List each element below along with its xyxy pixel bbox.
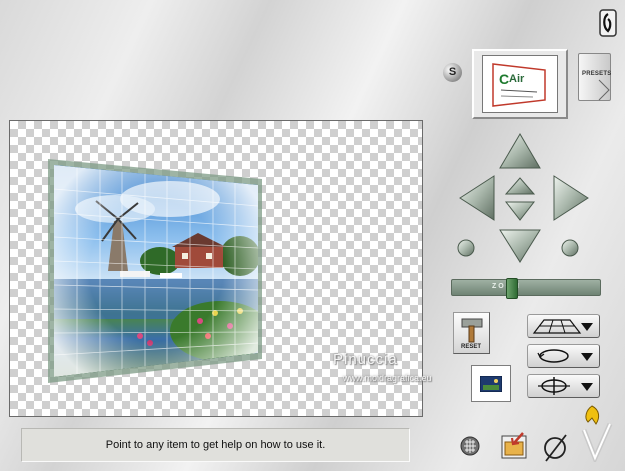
small-down-icon[interactable] (504, 201, 536, 221)
perspective-grid-icon (532, 319, 582, 334)
small-up-icon[interactable] (504, 177, 536, 195)
svg-text:C: C (499, 71, 509, 87)
reset-button[interactable]: RESET (453, 312, 490, 354)
watermark-title: Pinuccia (333, 351, 398, 368)
arrow-left-icon[interactable] (459, 175, 495, 221)
watermark-url: www.moidragrafica.eu (343, 373, 432, 383)
preset-thumbnail[interactable]: C Air (472, 49, 568, 119)
info-icon[interactable] (599, 9, 617, 37)
arrow-down-icon[interactable] (499, 229, 541, 263)
flip-mode-dropdown[interactable] (527, 374, 600, 398)
help-text: Point to any item to get help on how to … (105, 439, 326, 451)
chevron-right-icon (598, 79, 610, 101)
ok-check-icon[interactable] (578, 404, 614, 465)
background-image-button[interactable] (471, 365, 511, 402)
chevron-down-icon (581, 323, 593, 331)
presets-button[interactable]: PRESETS (578, 53, 611, 101)
preset-preview-icon: C Air (492, 63, 546, 107)
cancel-icon[interactable] (541, 432, 571, 462)
zoom-knob[interactable] (506, 278, 518, 299)
svg-text:Air: Air (509, 73, 525, 85)
rotate-arrows-icon (537, 349, 569, 363)
rotation-mode-dropdown[interactable] (527, 344, 600, 368)
flip-axis-icon (538, 377, 570, 395)
grid-icon[interactable] (460, 436, 480, 456)
grid-mode-dropdown[interactable] (527, 314, 600, 338)
arrow-up-icon[interactable] (499, 133, 541, 169)
chevron-down-icon (581, 353, 593, 361)
rotate-left-icon[interactable] (457, 239, 475, 257)
title-badge[interactable]: S (443, 63, 462, 82)
help-bar: Point to any item to get help on how to … (21, 428, 410, 462)
folder-arrow-icon[interactable] (499, 430, 531, 460)
chevron-down-icon (581, 383, 593, 391)
hammer-icon (461, 318, 483, 343)
rotate-right-icon[interactable] (561, 239, 579, 257)
zoom-slider[interactable]: Z O O M (451, 278, 601, 299)
image-thumbnail-icon (480, 375, 502, 392)
direction-pad[interactable] (452, 130, 602, 265)
reset-label: RESET (461, 344, 482, 350)
arrow-right-icon[interactable] (553, 175, 589, 221)
